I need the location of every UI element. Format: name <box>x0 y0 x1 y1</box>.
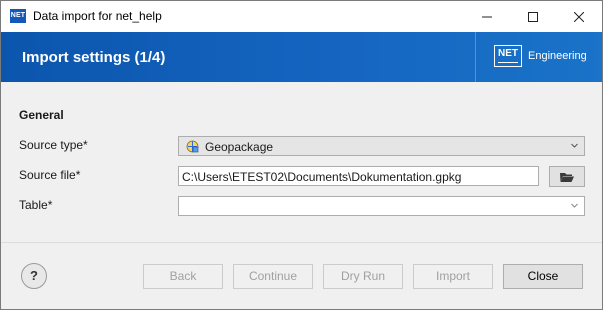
title-bar: NET Data import for net_help <box>1 1 602 32</box>
source-type-select[interactable]: Geopackage <box>178 136 585 156</box>
maximize-icon <box>528 11 538 22</box>
table-label: Table* <box>19 198 53 212</box>
close-button[interactable]: Close <box>503 264 583 289</box>
source-file-label: Source file* <box>19 168 81 182</box>
help-button[interactable]: ? <box>21 263 47 289</box>
app-icon: NET <box>10 9 26 23</box>
dry-run-button[interactable]: Dry Run <box>323 264 403 289</box>
source-type-value: Geopackage <box>205 140 274 154</box>
source-file-input[interactable]: C:\Users\ETEST02\Documents\Dokumentation… <box>178 166 539 186</box>
source-file-value: C:\Users\ETEST02\Documents\Dokumentation… <box>182 170 462 184</box>
source-type-label: Source type* <box>19 138 88 152</box>
import-button[interactable]: Import <box>413 264 493 289</box>
page-title: Import settings (1/4) <box>22 49 166 66</box>
geopackage-icon <box>186 140 199 153</box>
chevron-down-icon <box>571 203 578 208</box>
minimize-button[interactable] <box>464 1 510 32</box>
close-window-button[interactable] <box>556 1 602 32</box>
browse-file-button[interactable] <box>549 166 585 187</box>
section-title: General <box>19 108 64 122</box>
maximize-button[interactable] <box>510 1 556 32</box>
import-dialog: NET Data import for net_help Import sett… <box>0 0 603 310</box>
wizard-header: Import settings (1/4) NET Engineering <box>1 32 602 82</box>
folder-open-icon <box>560 172 574 182</box>
chevron-down-icon <box>571 143 578 148</box>
close-icon <box>574 11 584 22</box>
settings-panel: General Source type* Geopackage Source f… <box>1 82 602 242</box>
brand-text: Engineering <box>528 50 587 62</box>
minimize-icon <box>482 16 492 17</box>
net-logo: NET <box>494 45 522 67</box>
table-select[interactable] <box>178 196 585 216</box>
wizard-footer: ? Back Continue Dry Run Import Close <box>1 243 602 309</box>
continue-button[interactable]: Continue <box>233 264 313 289</box>
back-button[interactable]: Back <box>143 264 223 289</box>
brand-logo-area: NET Engineering <box>475 32 602 82</box>
window-title: Data import for net_help <box>33 9 162 23</box>
